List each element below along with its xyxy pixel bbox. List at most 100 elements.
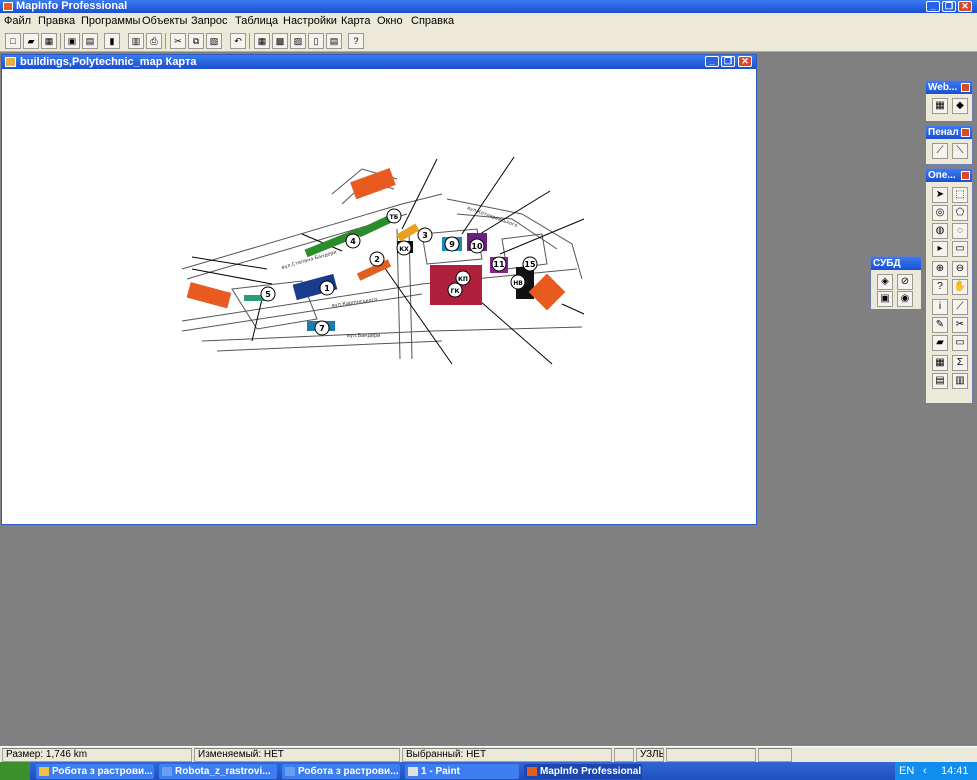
draw-line-icon[interactable]: ⟋ [932,143,948,159]
paint-icon [408,767,418,776]
draw-polyline-icon[interactable]: ⟍ [952,143,968,159]
print-icon[interactable]: ⎙ [146,33,162,49]
close-icon[interactable]: ✕ [958,1,972,12]
building-orange-3 [396,223,420,242]
info-icon[interactable]: i [932,299,948,315]
new-grapher-icon[interactable]: ▨ [290,33,306,49]
paste-icon[interactable]: ▧ [206,33,222,49]
new-redistrict-icon[interactable]: ▤ [326,33,342,49]
mapinfo-icon [527,767,537,776]
polygon-select-icon[interactable]: ⬠ [952,205,968,221]
map-label-10: 10 [471,242,483,251]
task-paint[interactable]: 1 - Paint [405,764,519,779]
penal-palette-close-icon[interactable] [961,128,970,137]
label-icon[interactable]: ✎ [932,317,948,333]
menu-query[interactable]: Запрос [191,15,227,27]
unselect-icon[interactable]: ◌ [952,223,968,239]
map-canvas[interactable]: 1 2 3 4 5 7 9 10 11 15 ТБ КХ НВ ГК КП ву… [2,69,756,524]
clip-region-icon[interactable]: ▤ [932,373,948,389]
operations-palette-close-icon[interactable] [961,171,970,180]
word-doc-icon [285,767,295,776]
menu-objects[interactable]: Объекты [142,15,187,27]
ruler-icon[interactable]: ▭ [952,335,968,351]
save-workspace-icon[interactable]: ▤ [82,33,98,49]
map-label-2: 2 [374,255,380,264]
new-icon[interactable]: □ [5,33,21,49]
open-workspace-icon[interactable]: ▦ [41,33,57,49]
system-tray: EN ‹ 14:41 [895,762,977,780]
tray-arrow-icon[interactable]: ‹ [923,762,927,780]
menu-edit[interactable]: Правка [38,15,75,27]
cut-icon[interactable]: ✂ [170,33,186,49]
map-minimize-icon[interactable]: _ [705,56,719,67]
status-bar: Размер: 1,746 km Изменяемый: НЕТ Выбранн… [0,746,977,762]
building-block-orange-left [186,282,232,309]
undo-icon[interactable]: ↶ [230,33,246,49]
web-palette: Web... ▦ ◆ [925,80,973,122]
menu-file[interactable]: Файл [4,15,31,27]
status-editable[interactable]: Изменяемый: НЕТ [194,748,400,762]
windows-taskbar: Робота з растрови... Robota_z_rastrovi..… [0,762,977,780]
dbms-refresh-icon[interactable]: ▣ [877,291,893,307]
change-view-icon[interactable]: ? [932,279,948,295]
map-window-title: buildings,Polytechnic_map Карта [20,56,197,68]
map-restore-icon[interactable]: ❐ [721,56,735,67]
operations-palette: Опе... ➤ ⬚ ◎ ⬠ ◍ ◌ ▸ ▭ ⊕ ⊖ ? ✋ i ⟋ ✎ ✂ ▰… [925,168,973,404]
task-robota-2[interactable]: Robota_z_rastrovi... [159,764,277,779]
hotlink-icon[interactable]: ⟋ [952,299,968,315]
marquee-select-icon[interactable]: ⬚ [952,187,968,203]
zoom-in-icon[interactable]: ⊕ [932,261,948,277]
menu-settings[interactable]: Настройки [283,15,337,27]
menu-window[interactable]: Окно [377,15,403,27]
set-target-icon[interactable]: ▥ [952,373,968,389]
map-label-kp: КП [458,276,468,283]
app-title: MapInfo Professional [16,0,128,12]
grabber-hand-icon[interactable]: ✋ [952,279,968,295]
map-label-gk: ГК [451,288,460,295]
start-button[interactable] [0,762,30,780]
web-open-icon[interactable]: ▦ [932,98,948,114]
street-label-3: вул.Карпінського [331,297,377,309]
boundary-select-icon[interactable]: ◍ [932,223,948,239]
statistics-icon[interactable]: Σ [952,355,968,371]
new-layout-icon[interactable]: ▯ [308,33,324,49]
save-icon[interactable]: ▣ [64,33,80,49]
language-indicator[interactable]: EN [899,762,914,780]
dbms-disconnect-icon[interactable]: ⊘ [897,274,913,290]
status-selected[interactable]: Выбранный: НЕТ [402,748,612,762]
web-palette-close-icon[interactable] [961,83,970,92]
print-preview-icon[interactable]: ▥ [128,33,144,49]
map-close-icon[interactable]: ✕ [738,56,752,67]
dbms-make-mappable-icon[interactable]: ◉ [897,291,913,307]
task-robota-3[interactable]: Робота з растрови... [282,764,400,779]
browse-select-icon[interactable]: ▭ [952,241,968,257]
graph-select-icon[interactable]: ▸ [932,241,948,257]
menu-map[interactable]: Карта [341,15,370,27]
copy-icon[interactable]: ⧉ [188,33,204,49]
zoom-out-icon[interactable]: ⊖ [952,261,968,277]
task-robota-1[interactable]: Робота з растрови... [36,764,154,779]
map-label-15: 15 [524,260,536,269]
status-empty-2 [758,748,792,762]
menu-table[interactable]: Таблица [235,15,278,27]
layer-control-icon[interactable]: ▰ [932,335,948,351]
menu-help[interactable]: Справка [411,15,454,27]
map-label-11: 11 [493,260,505,269]
restore-icon[interactable]: ❐ [942,1,956,12]
new-browser-icon[interactable]: ▦ [254,33,270,49]
help-pointer-icon[interactable]: ? [348,33,364,49]
map-window-icon [5,57,16,67]
new-mapper-icon[interactable]: ▩ [272,33,288,49]
web-link-icon[interactable]: ◆ [952,98,968,114]
drag-map-icon[interactable]: ✂ [952,317,968,333]
close-table-icon[interactable]: ▮ [104,33,120,49]
open-icon[interactable]: ▰ [23,33,39,49]
dbms-palette-title: СУБД [871,257,921,270]
legend-icon[interactable]: ▦ [932,355,948,371]
select-arrow-icon[interactable]: ➤ [932,187,948,203]
task-mapinfo[interactable]: MapInfo Professional [524,764,642,779]
dbms-open-icon[interactable]: ◈ [877,274,893,290]
radius-select-icon[interactable]: ◎ [932,205,948,221]
menu-programs[interactable]: Программы [81,15,140,27]
minimize-icon[interactable]: _ [926,1,940,12]
